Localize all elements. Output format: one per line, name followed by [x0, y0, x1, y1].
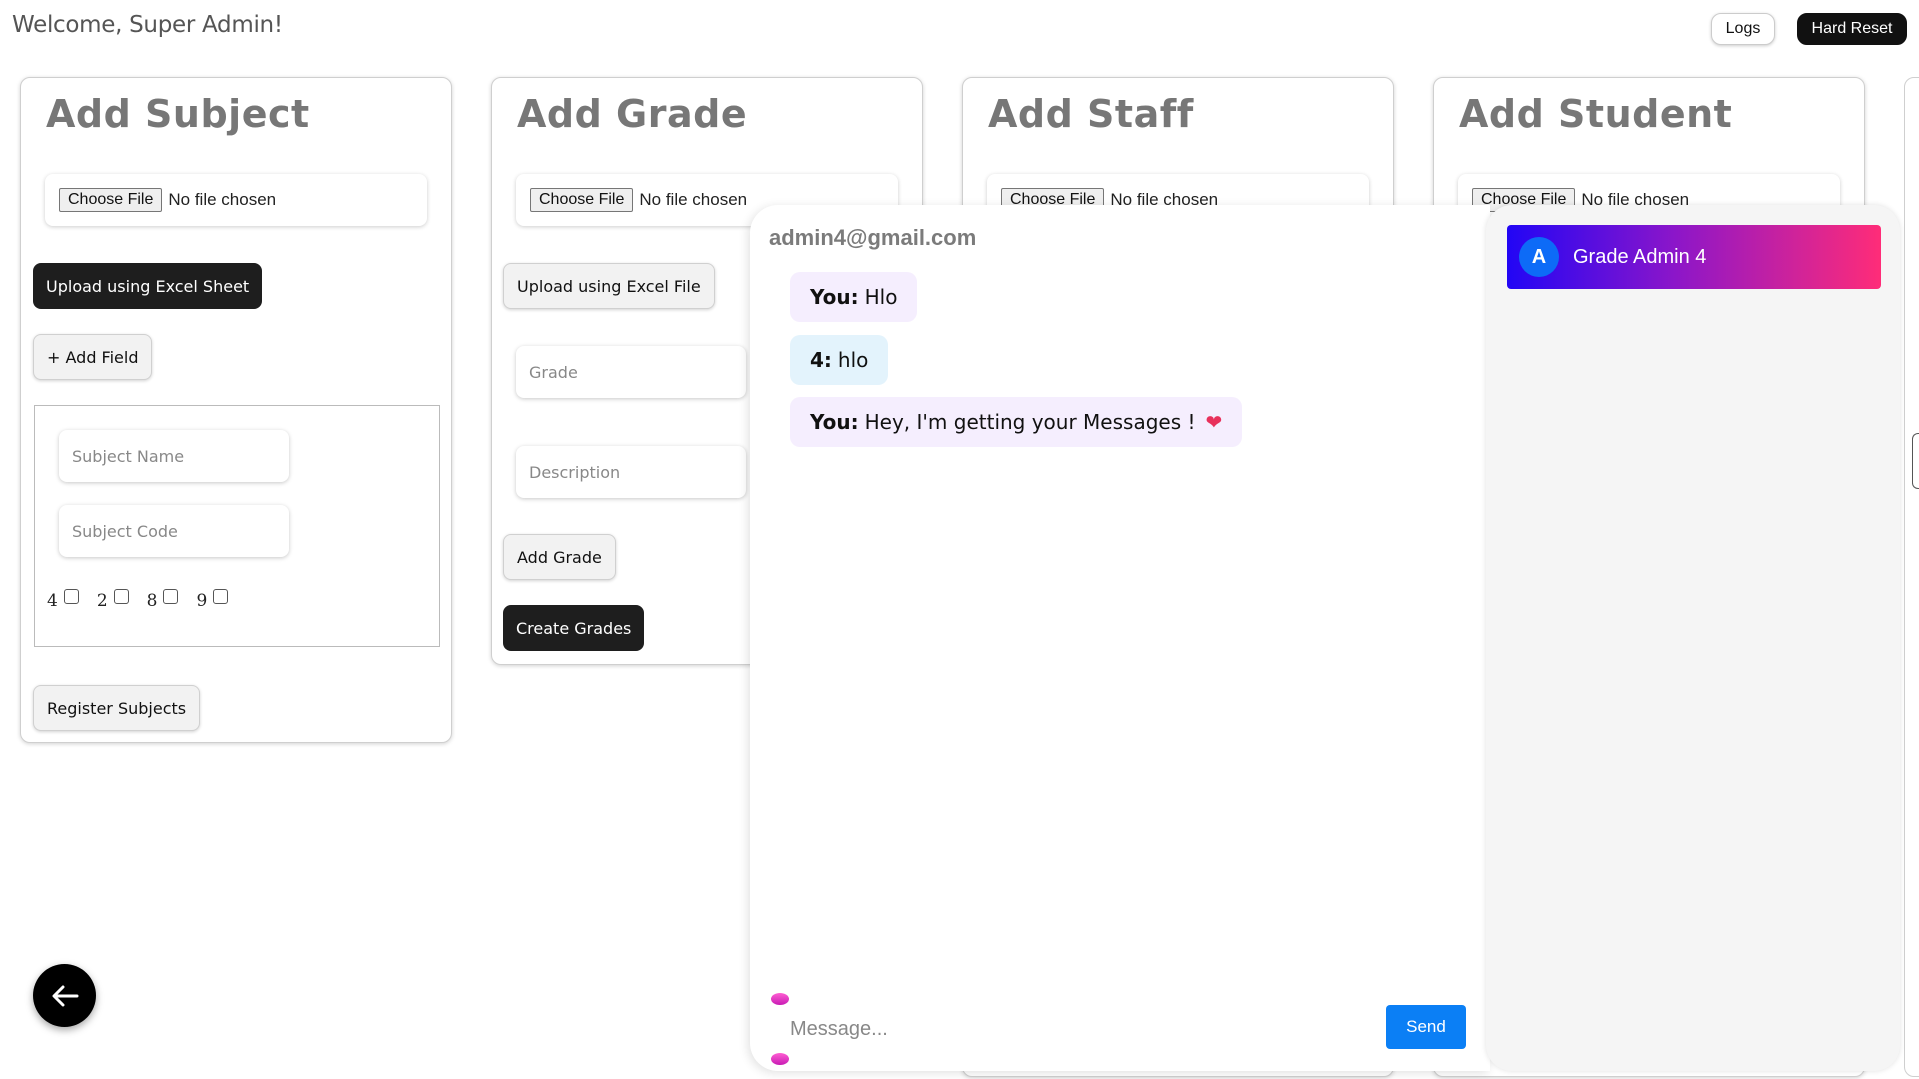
upload-excel-file-button[interactable]: Upload using Excel File	[503, 263, 715, 309]
gem-icon	[771, 993, 789, 1005]
back-button[interactable]	[33, 964, 96, 1027]
choose-file-button[interactable]: Choose File	[59, 188, 163, 212]
admin-dashboard: Welcome, Super Admin! Logs Hard Reset Ad…	[0, 0, 1919, 1079]
subject-file-input[interactable]: Choose File No file chosen	[45, 174, 427, 226]
arrow-left-icon	[52, 985, 78, 1006]
grade-input[interactable]: Grade	[516, 346, 746, 398]
welcome-text: Welcome, Super Admin!	[12, 12, 283, 38]
card-title: Add Grade	[517, 92, 748, 136]
add-grade-button[interactable]: Add Grade	[503, 534, 616, 580]
upload-excel-sheet-button[interactable]: Upload using Excel Sheet	[33, 263, 263, 309]
message-input[interactable]: Message...	[790, 1018, 888, 1041]
choose-file-button[interactable]: Choose File	[530, 188, 634, 212]
chat-panel: admin4@gmail.com You: Hlo 4: hlo You: Hey, …	[750, 205, 1490, 1071]
grade-checkbox[interactable]: 9	[196, 589, 229, 611]
grade-checkbox[interactable]: 8	[147, 589, 179, 611]
add-field-button[interactable]: + Add Field	[33, 334, 153, 380]
heart-icon: ❤	[1205, 410, 1223, 434]
chat-message: You: Hey, I'm getting your Messages ! ❤	[790, 397, 1243, 447]
create-grades-button[interactable]: Create Grades	[503, 605, 645, 651]
description-input[interactable]: Description	[516, 446, 746, 498]
grade-checkboxes: 4 2 8 9	[47, 589, 246, 611]
register-subjects-button[interactable]: Register Subjects	[33, 685, 201, 731]
checkbox-box[interactable]	[63, 589, 79, 604]
checkbox-box[interactable]	[113, 589, 129, 604]
contacts-panel: A Grade Admin 4	[1486, 205, 1900, 1071]
file-status: No file chosen	[168, 190, 277, 209]
gem-icon	[771, 1053, 789, 1065]
subject-name-input[interactable]: Subject Name	[59, 430, 289, 482]
card-title: Add Subject	[46, 92, 310, 136]
logs-button[interactable]: Logs	[1711, 13, 1775, 45]
grade-checkbox[interactable]: 4	[47, 589, 79, 611]
chat-recipient-email: admin4@gmail.com	[769, 225, 977, 250]
grade-checkbox[interactable]: 2	[97, 589, 129, 611]
card-title: Add Student	[1459, 92, 1733, 136]
contact-name: Grade Admin 4	[1573, 245, 1707, 268]
hard-reset-button[interactable]: Hard Reset	[1797, 13, 1907, 45]
contact-item[interactable]: A Grade Admin 4	[1507, 225, 1881, 289]
chat-message: You: Hlo	[790, 272, 918, 322]
file-status: No file chosen	[639, 190, 748, 209]
chat-message: 4: hlo	[790, 335, 889, 385]
send-button[interactable]: Send	[1386, 1005, 1466, 1049]
checkbox-box[interactable]	[163, 589, 179, 604]
subject-code-input[interactable]: Subject Code	[59, 505, 289, 557]
checkbox-box[interactable]	[213, 589, 229, 604]
add-subject-card: Add Subject Choose File No file chosen U…	[20, 77, 452, 743]
subject-field-group: Subject Name Subject Code 4 2 8 9	[34, 405, 440, 647]
next-card-edge	[1904, 77, 1919, 1077]
scroll-handle[interactable]	[1912, 433, 1919, 489]
card-title: Add Staff	[988, 92, 1194, 136]
avatar: A	[1519, 237, 1559, 277]
